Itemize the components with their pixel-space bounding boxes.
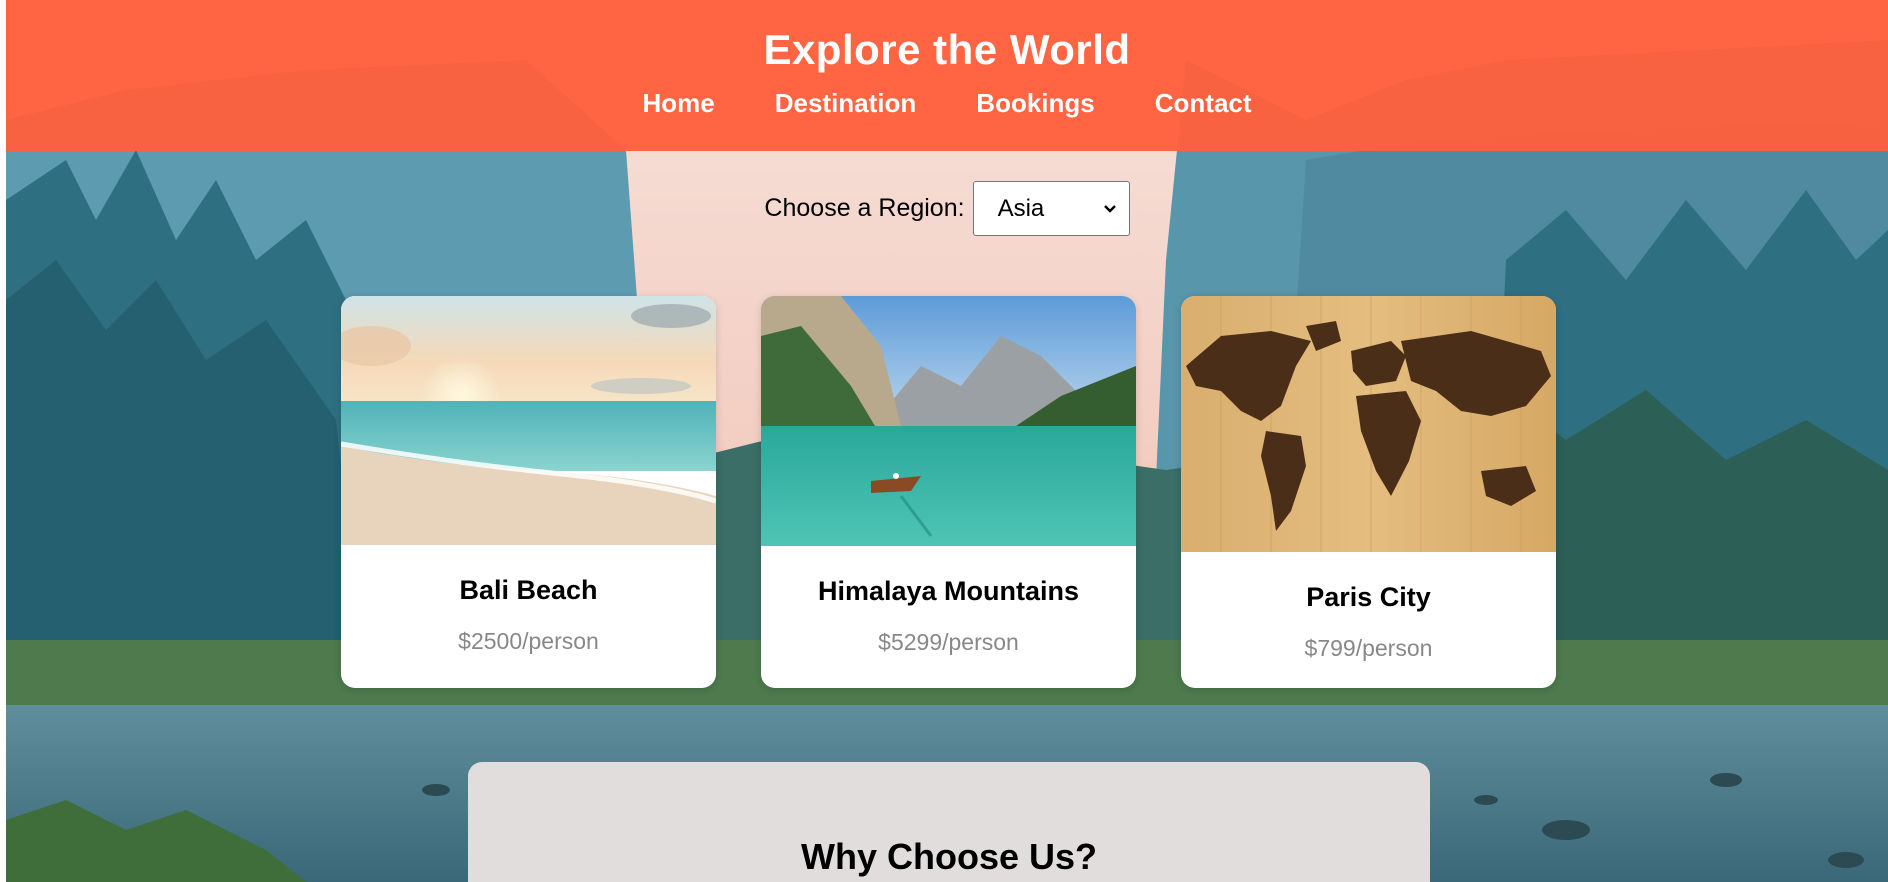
region-select[interactable]: Asia [972,181,1130,236]
wooden-world-map-image [1181,296,1556,552]
region-label: Choose a Region: [764,194,965,222]
destination-price: $799/person [1304,635,1433,661]
destination-card[interactable]: Himalaya Mountains $5299/person [761,296,1136,688]
site-title: Explore the World [763,26,1131,73]
destination-price: $5299/person [878,629,1019,655]
region-select-value: Asia [997,194,1045,222]
region-selector: Choose a Region: Asia [6,181,1888,236]
why-choose-us-heading: Why Choose Us? [800,836,1097,877]
main-nav: Home Destination Bookings Contact [6,88,1888,119]
site-header: Explore the World Home Destination Booki… [6,0,1888,151]
page: Explore the World Home Destination Booki… [6,0,1888,882]
nav-home-link[interactable]: Home [642,88,714,119]
destination-card[interactable]: Bali Beach $2500/person [341,296,716,688]
destination-name: Paris City [1306,582,1431,612]
destination-name: Himalaya Mountains [817,576,1080,606]
mountain-lake-image [761,296,1136,546]
why-choose-us-section: Why Choose Us? [468,762,1430,882]
destination-price: $2500/person [458,628,599,654]
destination-name: Bali Beach [459,575,598,605]
destination-card[interactable]: Paris City $799/person [1181,296,1556,688]
nav-destination-link[interactable]: Destination [775,88,917,119]
nav-bookings-link[interactable]: Bookings [976,88,1094,119]
chevron-down-icon [1103,204,1116,213]
beach-sunset-image [341,296,716,545]
nav-contact-link[interactable]: Contact [1155,88,1252,119]
